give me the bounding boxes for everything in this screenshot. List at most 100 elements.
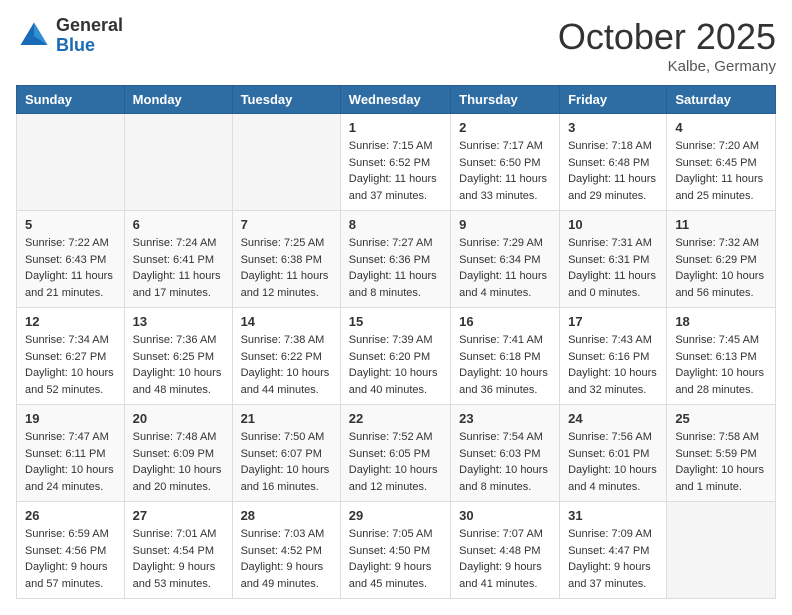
calendar-cell: 10Sunrise: 7:31 AMSunset: 6:31 PMDayligh…	[560, 211, 667, 308]
week-row-5: 26 Sunrise: 6:59 AMSunset: 4:56 PMDayligh…	[17, 502, 776, 599]
day-number: 11	[675, 217, 767, 232]
day-info: Sunrise: 7:38 AMSunset: 6:22 PMDaylight:…	[241, 332, 332, 398]
weekday-header-friday: Friday	[560, 86, 667, 114]
day-info: Sunrise: 7:54 AMSunset: 6:03 PMDaylight:…	[459, 429, 551, 495]
calendar-cell: 17 Sunrise: 7:43 AMSunset: 6:16 PMDayligh…	[560, 308, 667, 405]
day-info: Sunrise: 7:34 AMSunset: 6:27 PMDaylight:…	[25, 332, 116, 398]
calendar-cell: 3 Sunrise: 7:18 AMSunset: 6:48 PMDaylight…	[560, 114, 667, 211]
day-info: Sunrise: 6:59 AMSunset: 4:56 PMDaylight:…	[25, 526, 116, 592]
day-number: 22	[349, 411, 442, 426]
day-number: 19	[25, 411, 116, 426]
day-number: 31	[568, 508, 658, 523]
day-info: Sunrise: 7:03 AMSunset: 4:52 PMDaylight:…	[241, 526, 332, 592]
weekday-header-saturday: Saturday	[667, 86, 776, 114]
day-number: 26	[25, 508, 116, 523]
week-row-2: 5 Sunrise: 7:22 AMSunset: 6:43 PMDaylight…	[17, 211, 776, 308]
week-row-4: 19 Sunrise: 7:47 AMSunset: 6:11 PMDayligh…	[17, 405, 776, 502]
day-info: Sunrise: 7:48 AMSunset: 6:09 PMDaylight:…	[133, 429, 224, 495]
month-title: October 2025	[558, 16, 776, 58]
calendar-cell: 19 Sunrise: 7:47 AMSunset: 6:11 PMDayligh…	[17, 405, 125, 502]
day-number: 3	[568, 120, 658, 135]
day-info: Sunrise: 7:05 AMSunset: 4:50 PMDaylight:…	[349, 526, 442, 592]
day-number: 7	[241, 217, 332, 232]
week-row-1: 1Sunrise: 7:15 AMSunset: 6:52 PMDaylight…	[17, 114, 776, 211]
day-info: Sunrise: 7:45 AMSunset: 6:13 PMDaylight:…	[675, 332, 767, 398]
day-number: 25	[675, 411, 767, 426]
day-number: 15	[349, 314, 442, 329]
day-info: Sunrise: 7:58 AMSunset: 5:59 PMDaylight:…	[675, 429, 767, 495]
day-info: Sunrise: 7:36 AMSunset: 6:25 PMDaylight:…	[133, 332, 224, 398]
page-header: General Blue October 2025 Kalbe, Germany	[16, 16, 776, 75]
calendar-cell: 16 Sunrise: 7:41 AMSunset: 6:18 PMDayligh…	[451, 308, 560, 405]
day-info: Sunrise: 7:56 AMSunset: 6:01 PMDaylight:…	[568, 429, 658, 495]
day-number: 29	[349, 508, 442, 523]
calendar-cell: 7 Sunrise: 7:25 AMSunset: 6:38 PMDaylight…	[232, 211, 340, 308]
day-number: 5	[25, 217, 116, 232]
day-number: 1	[349, 120, 442, 135]
calendar-cell	[124, 114, 232, 211]
weekday-header-sunday: Sunday	[17, 86, 125, 114]
day-info: Sunrise: 7:27 AMSunset: 6:36 PMDaylight:…	[349, 235, 442, 301]
calendar-cell: 26 Sunrise: 6:59 AMSunset: 4:56 PMDayligh…	[17, 502, 125, 599]
day-number: 16	[459, 314, 551, 329]
day-number: 17	[568, 314, 658, 329]
calendar-cell	[17, 114, 125, 211]
calendar-cell: 18 Sunrise: 7:45 AMSunset: 6:13 PMDayligh…	[667, 308, 776, 405]
weekday-header-row: SundayMondayTuesdayWednesdayThursdayFrid…	[17, 86, 776, 114]
day-number: 14	[241, 314, 332, 329]
day-number: 27	[133, 508, 224, 523]
day-info: Sunrise: 7:18 AMSunset: 6:48 PMDaylight:…	[568, 138, 658, 204]
day-info: Sunrise: 7:20 AMSunset: 6:45 PMDaylight:…	[675, 138, 767, 204]
day-number: 12	[25, 314, 116, 329]
day-info: Sunrise: 7:41 AMSunset: 6:18 PMDaylight:…	[459, 332, 551, 398]
day-info: Sunrise: 7:47 AMSunset: 6:11 PMDaylight:…	[25, 429, 116, 495]
calendar-cell: 30Sunrise: 7:07 AMSunset: 4:48 PMDayligh…	[451, 502, 560, 599]
day-number: 28	[241, 508, 332, 523]
calendar-cell: 8Sunrise: 7:27 AMSunset: 6:36 PMDaylight…	[340, 211, 450, 308]
day-info: Sunrise: 7:39 AMSunset: 6:20 PMDaylight:…	[349, 332, 442, 398]
calendar-cell: 15 Sunrise: 7:39 AMSunset: 6:20 PMDayligh…	[340, 308, 450, 405]
day-number: 20	[133, 411, 224, 426]
logo-general-text: General	[56, 16, 123, 36]
calendar-cell: 12 Sunrise: 7:34 AMSunset: 6:27 PMDayligh…	[17, 308, 125, 405]
day-number: 13	[133, 314, 224, 329]
calendar-cell: 23Sunrise: 7:54 AMSunset: 6:03 PMDayligh…	[451, 405, 560, 502]
logo-icon	[16, 18, 52, 54]
day-info: Sunrise: 7:52 AMSunset: 6:05 PMDaylight:…	[349, 429, 442, 495]
calendar-cell: 31 Sunrise: 7:09 AMSunset: 4:47 PMDayligh…	[560, 502, 667, 599]
title-block: October 2025 Kalbe, Germany	[558, 16, 776, 75]
calendar-cell: 9 Sunrise: 7:29 AMSunset: 6:34 PMDaylight…	[451, 211, 560, 308]
day-info: Sunrise: 7:07 AMSunset: 4:48 PMDaylight:…	[459, 526, 551, 592]
day-info: Sunrise: 7:29 AMSunset: 6:34 PMDaylight:…	[459, 235, 551, 301]
calendar-cell: 24 Sunrise: 7:56 AMSunset: 6:01 PMDayligh…	[560, 405, 667, 502]
day-info: Sunrise: 7:25 AMSunset: 6:38 PMDaylight:…	[241, 235, 332, 301]
logo-text: General Blue	[56, 16, 123, 56]
logo-blue-text: Blue	[56, 36, 123, 56]
calendar-cell: 6 Sunrise: 7:24 AMSunset: 6:41 PMDaylight…	[124, 211, 232, 308]
day-info: Sunrise: 7:31 AMSunset: 6:31 PMDaylight:…	[568, 235, 658, 301]
calendar-cell: 14 Sunrise: 7:38 AMSunset: 6:22 PMDayligh…	[232, 308, 340, 405]
calendar-cell: 21Sunrise: 7:50 AMSunset: 6:07 PMDayligh…	[232, 405, 340, 502]
calendar-cell: 22 Sunrise: 7:52 AMSunset: 6:05 PMDayligh…	[340, 405, 450, 502]
day-number: 4	[675, 120, 767, 135]
day-number: 18	[675, 314, 767, 329]
calendar-cell: 5 Sunrise: 7:22 AMSunset: 6:43 PMDaylight…	[17, 211, 125, 308]
day-number: 2	[459, 120, 551, 135]
calendar-cell: 2Sunrise: 7:17 AMSunset: 6:50 PMDaylight…	[451, 114, 560, 211]
day-info: Sunrise: 7:22 AMSunset: 6:43 PMDaylight:…	[25, 235, 116, 301]
calendar-cell: 1Sunrise: 7:15 AMSunset: 6:52 PMDaylight…	[340, 114, 450, 211]
day-info: Sunrise: 7:32 AMSunset: 6:29 PMDaylight:…	[675, 235, 767, 301]
day-info: Sunrise: 7:09 AMSunset: 4:47 PMDaylight:…	[568, 526, 658, 592]
day-info: Sunrise: 7:43 AMSunset: 6:16 PMDaylight:…	[568, 332, 658, 398]
day-info: Sunrise: 7:24 AMSunset: 6:41 PMDaylight:…	[133, 235, 224, 301]
calendar-cell: 27Sunrise: 7:01 AMSunset: 4:54 PMDayligh…	[124, 502, 232, 599]
day-number: 6	[133, 217, 224, 232]
calendar-cell: 13 Sunrise: 7:36 AMSunset: 6:25 PMDayligh…	[124, 308, 232, 405]
day-number: 9	[459, 217, 551, 232]
weekday-header-monday: Monday	[124, 86, 232, 114]
calendar-cell: 20 Sunrise: 7:48 AMSunset: 6:09 PMDayligh…	[124, 405, 232, 502]
day-number: 24	[568, 411, 658, 426]
location: Kalbe, Germany	[558, 58, 776, 75]
calendar-cell: 25 Sunrise: 7:58 AMSunset: 5:59 PMDayligh…	[667, 405, 776, 502]
calendar-cell: 4 Sunrise: 7:20 AMSunset: 6:45 PMDaylight…	[667, 114, 776, 211]
